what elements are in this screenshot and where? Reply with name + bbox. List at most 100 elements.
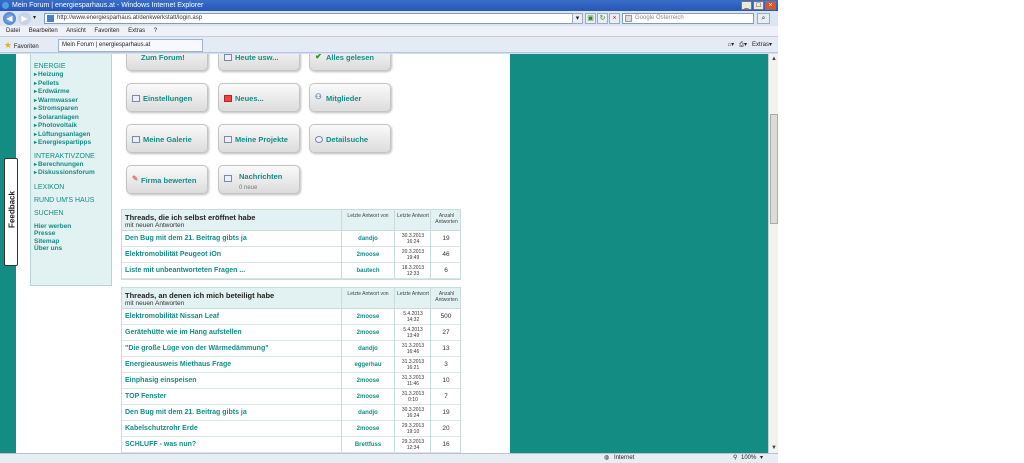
sidebar-item-solaranlagen[interactable]: Solaranlagen — [34, 114, 111, 123]
sidebar-heading-interaktivzone[interactable]: INTERAKTIVZONE — [34, 152, 111, 161]
menu-datei[interactable]: Datei — [6, 28, 20, 34]
print-icon[interactable]: ⎙▾ — [739, 42, 747, 48]
alles-gelesen-button[interactable]: ✔ Alles gelesen — [309, 54, 391, 71]
sidebar-item-pellets[interactable]: Pellets — [34, 80, 111, 89]
sidebar-heading-suchen[interactable]: SUCHEN — [34, 209, 111, 218]
sidebar-heading-energie[interactable]: ENERGIE — [34, 62, 111, 71]
nachrichten-button[interactable]: Nachrichten 0 neue — [218, 165, 300, 194]
back-icon[interactable]: ◀ — [3, 12, 16, 25]
thread-link[interactable]: Kabelschutzrohr Erde — [125, 425, 198, 432]
sidebar-item-heizung[interactable]: Heizung — [34, 71, 111, 80]
sidebar-item-energiespartipps[interactable]: Energiespartipps — [34, 139, 111, 148]
thread-link[interactable]: TOP Fenster — [125, 393, 166, 400]
zum-forum-button[interactable]: Zum Forum! — [126, 54, 208, 71]
last-reply-user[interactable]: 2moose — [342, 314, 394, 320]
search-input[interactable]: Google Österreich — [622, 13, 754, 24]
thread-link[interactable]: Liste mit unbeantworteten Fragen ... — [125, 267, 245, 274]
favorites-button[interactable]: ★ Favoriten — [4, 40, 39, 52]
neues-button[interactable]: Neues... — [218, 83, 300, 112]
thread-link[interactable]: Elektromobilität Nissan Leaf — [125, 313, 219, 320]
thread-link[interactable]: "Die große Lüge von der Wärmedämmung" — [125, 345, 269, 352]
last-reply-user[interactable]: dandjo — [342, 346, 394, 352]
detailsuche-label: Detailsuche — [326, 135, 369, 144]
zoom-level[interactable]: 100% — [741, 454, 756, 463]
last-reply-user[interactable]: dandjo — [342, 410, 394, 416]
extras-dropdown-icon[interactable]: ▾ — [769, 42, 772, 48]
extras-menu[interactable]: Extras — [752, 42, 769, 48]
scroll-up-icon[interactable]: ▲ — [770, 55, 778, 63]
favorites-bar: ★ Favoriten Mein Forum | energiesparhaus… — [0, 37, 778, 53]
scroll-down-icon[interactable]: ▼ — [770, 444, 778, 452]
sidebar-item-stromsparen[interactable]: Stromsparen — [34, 105, 111, 114]
minimize-button[interactable]: _ — [741, 1, 752, 10]
sidebar-link-ueber-uns[interactable]: Über uns — [34, 245, 111, 253]
address-bar: ◀ ▶ ▾ http://www.energiesparhaus.at/denk… — [0, 11, 778, 26]
sidebar-link-sitemap[interactable]: Sitemap — [34, 238, 111, 246]
close-button[interactable]: × — [765, 1, 776, 10]
stop-icon[interactable]: × — [609, 13, 620, 24]
compatibility-icon[interactable]: ▣ — [585, 13, 596, 24]
table-row: Elektromobilität Nissan Leaf 2moose 5.4.20… — [122, 309, 460, 325]
home-icon[interactable]: ⌂▾ — [727, 42, 734, 48]
menu-extras[interactable]: Extras — [128, 28, 145, 34]
last-reply-user[interactable]: dandjo — [342, 236, 394, 242]
reply-count: 16 — [442, 441, 450, 448]
last-reply-user[interactable]: 2moose — [342, 330, 394, 336]
detailsuche-button[interactable]: Detailsuche — [309, 124, 391, 153]
zoom-dropdown-icon[interactable]: ▾ — [760, 454, 763, 463]
einstellungen-button[interactable]: Einstellungen — [126, 83, 208, 112]
menu-bearbeiten[interactable]: Bearbeiten — [29, 28, 58, 34]
thread-link[interactable]: Den Bug mit dem 21. Beitrag gibts ja — [125, 409, 247, 416]
mitglieder-button[interactable]: ⚇ Mitglieder — [309, 83, 391, 112]
table-row: Den Bug mit dem 21. Beitrag gibts ja dand… — [122, 405, 460, 421]
menu-ansicht[interactable]: Ansicht — [66, 28, 86, 34]
sidebar-link-hier-werben[interactable]: Hier werben — [34, 223, 111, 231]
last-reply-user[interactable]: Brettfuss — [342, 442, 394, 448]
menu-favoriten[interactable]: Favoriten — [94, 28, 119, 34]
menu-help[interactable]: ? — [154, 28, 157, 34]
url-text: http://www.energiesparhaus.at/denkwerkst… — [57, 15, 203, 21]
zoom-icon: ⚲ — [733, 455, 738, 461]
last-reply-user[interactable]: 2moose — [342, 426, 394, 432]
url-dropdown-icon[interactable]: ▾ — [572, 13, 583, 24]
page-content: Feedback ENERGIE Heizung Pellets Erdwärm… — [0, 54, 768, 453]
thread-link[interactable]: Energieausweis Miethaus Frage — [125, 361, 231, 368]
sidebar-item-photovoltaik[interactable]: Photovoltaik — [34, 122, 111, 131]
thread-link[interactable]: Gerätehütte wie im Hang aufstellen — [125, 329, 242, 336]
forward-icon[interactable]: ▶ — [18, 12, 31, 25]
vertical-scrollbar[interactable]: ▲ ▼ — [768, 54, 778, 453]
meine-projekte-button[interactable]: Meine Projekte — [218, 124, 300, 153]
thread-link[interactable]: SCHLUFF - was nun? — [125, 441, 196, 448]
sidebar-heading-lexikon[interactable]: LEXIKON — [34, 183, 111, 192]
last-reply-user[interactable]: eggerhau — [342, 362, 394, 368]
feedback-tab[interactable]: Feedback — [4, 158, 18, 266]
sidebar-item-erdwaerme[interactable]: Erdwärme — [34, 88, 111, 97]
sidebar-item-diskussionsforum[interactable]: Diskussionsforum — [34, 169, 111, 178]
reply-count: 500 — [440, 313, 452, 320]
thread-link[interactable]: Elektromobilität Peugeot iOn — [125, 251, 221, 258]
search-icon[interactable]: ⌕ — [757, 13, 770, 24]
browser-tab[interactable]: Mein Forum | energiesparhaus.at — [58, 39, 203, 52]
rating-icon: ✎ — [132, 174, 139, 183]
last-reply-user[interactable]: 2moose — [342, 378, 394, 384]
sidebar-item-berechnungen[interactable]: Berechnungen — [34, 161, 111, 170]
thread-link[interactable]: Den Bug mit dem 21. Beitrag gibts ja — [125, 235, 247, 242]
maximize-button[interactable]: □ — [753, 1, 764, 10]
last-reply-user[interactable]: 2moose — [342, 394, 394, 400]
last-reply-user[interactable]: 2moose — [342, 252, 394, 258]
scroll-thumb[interactable] — [770, 114, 778, 224]
sidebar-heading-rund-ums-haus[interactable]: RUND UM'S HAUS — [34, 196, 111, 205]
meine-galerie-button[interactable]: Meine Galerie — [126, 124, 208, 153]
heute-button[interactable]: Heute usw... — [218, 54, 300, 71]
refresh-icon[interactable]: ↻ — [597, 13, 608, 24]
firma-bewerten-button[interactable]: ✎ Firma bewerten — [126, 165, 208, 194]
url-field[interactable]: http://www.energiesparhaus.at/denkwerkst… — [44, 13, 579, 24]
nachrichten-count: 0 neue — [239, 185, 258, 191]
last-reply-user[interactable]: bautech — [342, 268, 394, 274]
sidebar-item-lueftungsanlagen[interactable]: Lüftungsanlagen — [34, 131, 111, 140]
last-reply-date: 31.3.2013 0:10 — [395, 391, 431, 403]
sidebar-item-warmwasser[interactable]: Warmwasser — [34, 97, 111, 106]
thread-link[interactable]: Einphasig einspeisen — [125, 377, 197, 384]
sidebar-link-presse[interactable]: Presse — [34, 230, 111, 238]
history-dropdown-icon[interactable]: ▾ — [33, 14, 36, 21]
